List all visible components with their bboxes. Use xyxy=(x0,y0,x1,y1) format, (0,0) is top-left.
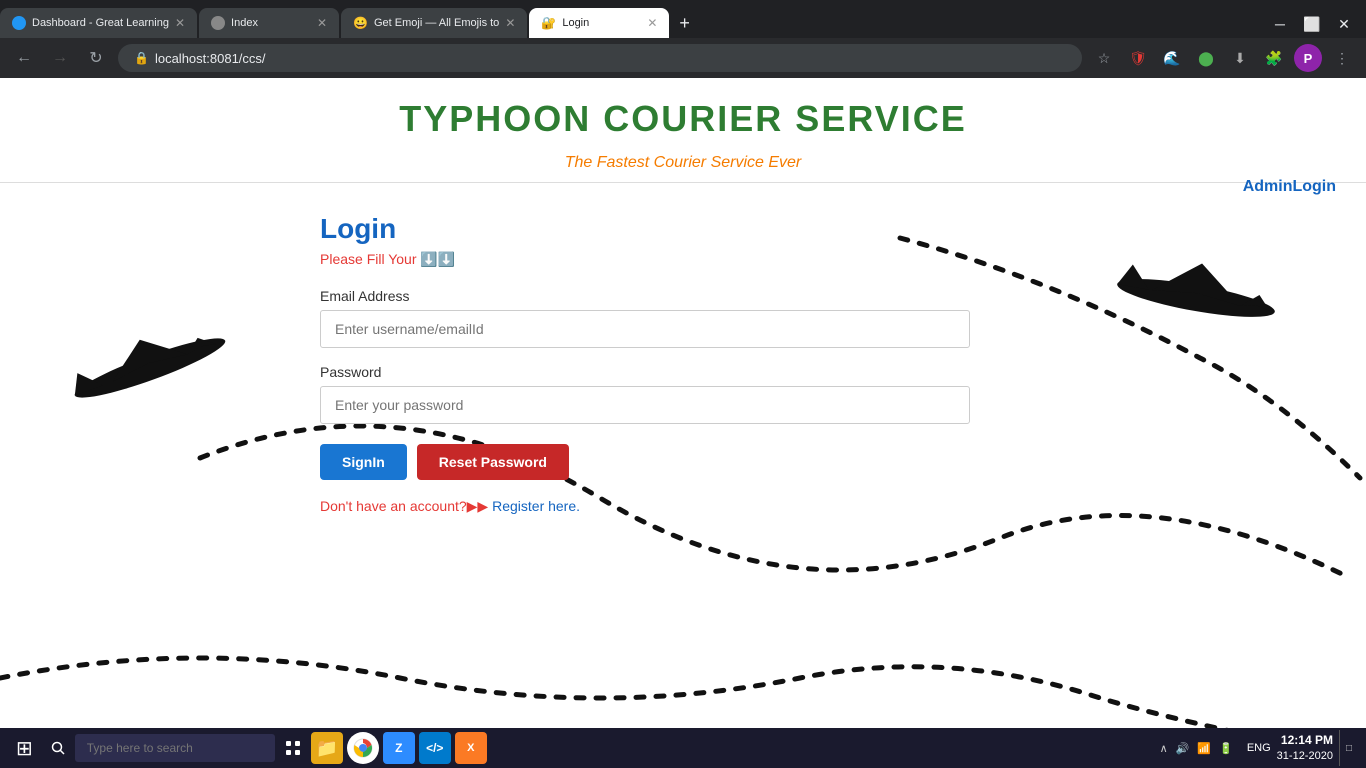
download-icon[interactable]: ⬇ xyxy=(1226,44,1254,72)
tab-1-close[interactable]: ✕ xyxy=(175,16,185,30)
browser-chrome: Dashboard - Great Learning ✕ Index ✕ 😀 G… xyxy=(0,0,1366,78)
tab-3-title: Get Emoji — All Emojis to xyxy=(374,17,499,29)
tab-3-favicon: 😀 xyxy=(353,16,368,30)
fill-notice: Please Fill Your ⬇️⬇️ xyxy=(320,251,1000,268)
tab-1-favicon xyxy=(12,16,26,30)
signin-button[interactable]: SignIn xyxy=(320,444,407,480)
tab-1[interactable]: Dashboard - Great Learning ✕ xyxy=(0,8,197,38)
tab-4-favicon: 🔐 xyxy=(541,16,556,30)
tab-4-title: Login xyxy=(562,17,641,29)
register-row: Don't have an account?▶▶ Register here. xyxy=(320,498,1000,515)
register-prompt: Don't have an account?▶▶ xyxy=(320,498,488,514)
tab-3[interactable]: 😀 Get Emoji — All Emojis to ✕ xyxy=(341,8,527,38)
airplane-left-decoration xyxy=(40,308,240,408)
taskbar-search-input[interactable] xyxy=(75,734,275,762)
chrome-taskbar-icon[interactable] xyxy=(347,732,379,764)
site-subtitle: The Fastest Courier Service Ever xyxy=(0,154,1366,172)
lock-icon: 🔒 xyxy=(134,51,149,65)
clock-time: 12:14 PM xyxy=(1277,733,1333,749)
volume-icon[interactable]: 🔊 xyxy=(1176,742,1190,755)
login-container: Login Please Fill Your ⬇️⬇️ Email Addres… xyxy=(320,213,1000,515)
chrome-icon[interactable]: ⬤ xyxy=(1192,44,1220,72)
show-desktop-button[interactable]: □ xyxy=(1339,730,1358,766)
address-bar[interactable]: 🔒 localhost:8081/ccs/ xyxy=(118,44,1082,72)
admin-login-link[interactable]: AdminLogin xyxy=(1243,178,1336,196)
zoom-taskbar-icon[interactable]: Z xyxy=(383,732,415,764)
system-clock[interactable]: 12:14 PM 31-12-2020 xyxy=(1277,733,1333,763)
tab-2[interactable]: Index ✕ xyxy=(199,8,339,38)
battery-icon[interactable]: 🔋 xyxy=(1219,742,1233,755)
minimize-button[interactable]: ─ xyxy=(1266,10,1294,38)
airplane-right-decoration xyxy=(1086,228,1286,348)
site-title: TYPHOON COURIER SERVICE xyxy=(0,98,1366,140)
tab-2-close[interactable]: ✕ xyxy=(317,16,327,30)
password-form-group: Password xyxy=(320,364,1000,424)
vscode-taskbar-icon[interactable]: </> xyxy=(419,732,451,764)
tab-2-title: Index xyxy=(231,17,311,29)
profile-icon[interactable]: P xyxy=(1294,44,1322,72)
system-tray: ∧ 🔊 📶 🔋 xyxy=(1152,742,1241,755)
tray-arrow[interactable]: ∧ xyxy=(1160,742,1168,755)
task-view-button[interactable] xyxy=(279,730,307,766)
xampp-taskbar-icon[interactable]: X xyxy=(455,732,487,764)
taskbar-right: ∧ 🔊 📶 🔋 ENG 12:14 PM 31-12-2020 □ xyxy=(1152,730,1358,766)
toolbar-icons: ☆ 🛡 🌊 ⬤ ⬇ 🧩 P ⋮ xyxy=(1090,44,1356,72)
email-form-group: Email Address xyxy=(320,288,1000,348)
email-input[interactable] xyxy=(320,310,970,348)
extensions-icon[interactable]: 🧩 xyxy=(1260,44,1288,72)
star-icon[interactable]: ☆ xyxy=(1090,44,1118,72)
tab-1-title: Dashboard - Great Learning xyxy=(32,17,169,29)
login-title: Login xyxy=(320,213,1000,245)
tab-3-close[interactable]: ✕ xyxy=(505,16,515,30)
start-button[interactable]: ⊞ xyxy=(8,730,41,766)
back-button[interactable]: ← xyxy=(10,44,38,72)
forward-button[interactable]: → xyxy=(46,44,74,72)
password-input[interactable] xyxy=(320,386,970,424)
email-label: Email Address xyxy=(320,288,1000,304)
refresh-button[interactable]: ↻ xyxy=(82,44,110,72)
network-icon[interactable]: 📶 xyxy=(1197,742,1211,755)
address-text: localhost:8081/ccs/ xyxy=(155,51,266,66)
reset-password-button[interactable]: Reset Password xyxy=(417,444,569,480)
page-content: TYPHOON COURIER SERVICE The Fastest Cour… xyxy=(0,78,1366,768)
taskbar: ⊞ 📁 Z </> X ∧ 🔊 xyxy=(0,728,1366,768)
new-tab-button[interactable]: + xyxy=(671,8,698,38)
search-taskbar-button[interactable] xyxy=(45,730,71,766)
clock-date: 31-12-2020 xyxy=(1277,749,1333,763)
tab-4-close[interactable]: ✕ xyxy=(647,16,657,30)
file-explorer-icon[interactable]: 📁 xyxy=(311,732,343,764)
tab-2-favicon xyxy=(211,16,225,30)
password-label: Password xyxy=(320,364,1000,380)
tab-4[interactable]: 🔐 Login ✕ xyxy=(529,8,669,38)
site-header: TYPHOON COURIER SERVICE The Fastest Cour… xyxy=(0,78,1366,183)
tab-bar: Dashboard - Great Learning ✕ Index ✕ 😀 G… xyxy=(0,0,1366,38)
close-button[interactable]: ✕ xyxy=(1330,10,1358,38)
button-row: SignIn Reset Password xyxy=(320,444,1000,480)
menu-icon[interactable]: ⋮ xyxy=(1328,44,1356,72)
edge-icon[interactable]: 🌊 xyxy=(1158,44,1186,72)
language-indicator: ENG xyxy=(1247,742,1271,754)
address-bar-row: ← → ↻ 🔒 localhost:8081/ccs/ ☆ 🛡 🌊 ⬤ ⬇ 🧩 … xyxy=(0,38,1366,78)
shield-red-icon[interactable]: 🛡 xyxy=(1124,44,1152,72)
register-link[interactable]: Register here. xyxy=(492,498,580,514)
maximize-button[interactable]: ⬜ xyxy=(1298,10,1326,38)
